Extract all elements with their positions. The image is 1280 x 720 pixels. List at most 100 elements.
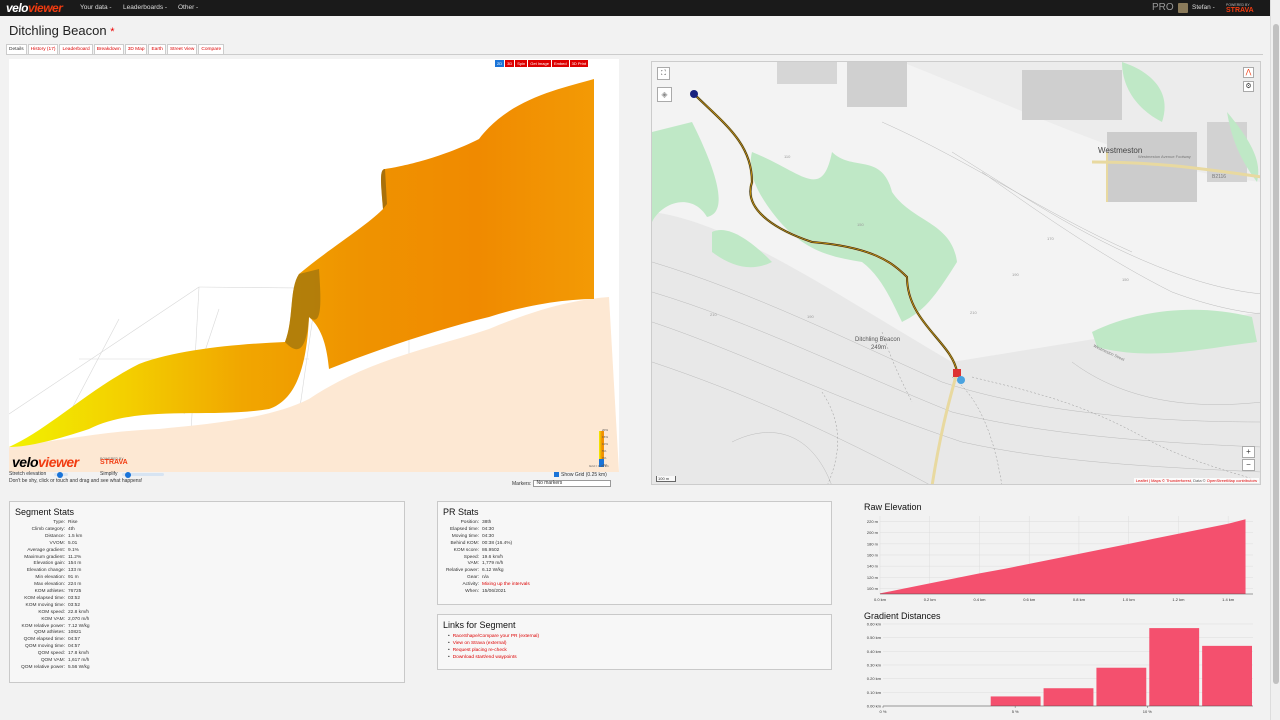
segment-stat-label: QOM elapsed time: [23,637,65,643]
nav-leaderboards[interactable]: Leaderboards - [123,4,167,11]
pro-badge: PRO [1152,2,1174,13]
pr-stat-value: 19.6 km/h [482,554,504,560]
segment-stat-label: QOM moving time: [25,644,65,650]
segment-stat-value: 03:52 [68,602,81,608]
raceshape-link[interactable]: RaceShape/Compare your PR (external) [453,634,539,639]
map-label-ditchling-beacon: Ditchling Beacon [855,337,901,343]
show-grid-checkbox[interactable] [554,472,559,478]
pr-stat-value[interactable]: Mixing up the intervals [482,582,530,587]
pr-stat-value: 04:30 [482,526,495,532]
segment-stat-row: KOM relative power: 7.12 W/kg [14,624,90,629]
segment-stat-value: 5.56 W/kg [68,664,90,670]
view-on-strava-link[interactable]: View on Strava (external) [453,641,507,646]
avatar[interactable] [1178,3,1188,13]
stretch-slider-knob[interactable] [57,471,63,478]
strava-icon[interactable]: ⋀ [1243,67,1254,78]
x-tick-label: 1.2 km [1172,597,1185,602]
segment-stat-value: 7.12 W/kg [68,623,90,629]
pr-stat-row: VAM: 1,779 m/h [442,561,504,566]
map-label-westmeston-avenue-footway: Westmeston Avenue Footway [1138,154,1191,159]
location-marker[interactable] [957,376,965,384]
y-tick-label: 220 m [867,519,879,524]
veloviewer-logo[interactable]: veloviewer [6,1,63,15]
tab-3d-map[interactable]: 3D Map [124,44,148,54]
download-waypoints-link[interactable]: Download start/end waypoints [453,655,517,660]
favourite-star[interactable]: * [110,26,114,38]
contour-label: 150 [1122,277,1129,282]
page-scrollbar[interactable] [1270,0,1280,720]
veloviewer-watermark-logo: veloviewer [12,454,79,470]
3d-print-button[interactable]: 3D Print [569,60,589,67]
segment-stat-label: Elevation gain: [33,561,65,567]
pr-stat-row: Behind KOM: 00:38 (16.4%) [442,541,512,546]
osm-link[interactable]: OpenStreetMap contributors [1207,478,1257,483]
fullscreen-icon[interactable]: ⛶ [657,67,670,80]
gradient-distances-chart[interactable]: 0.00 km 0.10 km 0.20 km 0.30 km 0.40 km 0.50 … [855,620,1255,720]
3d-elevation-viewer[interactable] [9,59,619,472]
segment-stat-value: 154 m [68,561,82,567]
elevation-area [880,519,1246,594]
pr-stat-value: 38th [482,520,492,525]
nav-your-data[interactable]: Your data - [80,4,112,11]
y-tick-label: 120 m [867,575,879,580]
view-2d-button[interactable]: 2D [495,60,505,67]
contour-label: 190 [807,314,814,319]
gradient-bar [1043,688,1094,706]
pr-stat-row: Position: 38th [442,520,492,525]
tab-leaderboard[interactable]: Leaderboard [59,44,93,54]
segment-stat-row: Maximum gradient: 11.2% [14,555,81,560]
x-tick-label: 0.8 km [1073,597,1086,602]
tab-compare[interactable]: Compare [198,44,225,54]
tab-earth[interactable]: Earth [148,44,166,54]
show-grid-toggle[interactable]: Show Grid (0.25 km) [554,472,607,478]
tab-street-view[interactable]: Street View [166,44,198,54]
segment-stat-value: 133 m [68,568,82,574]
request-recheck-link[interactable]: Request placing re-check [453,648,507,653]
raw-elevation-chart[interactable]: 100 m 120 m 140 m 160 m 180 m 200 m 220 m 0.0 k… [855,512,1255,618]
simplify-slider[interactable] [122,471,164,478]
segment-stat-value: 03:52 [68,595,81,601]
x-tick-label: 0.2 km [924,597,937,602]
segment-stats-title: Segment Stats [15,507,75,517]
zoom-in-button[interactable]: + [1242,446,1255,458]
pr-stat-row: Speed: 19.6 km/h [442,555,503,560]
settings-gear-icon[interactable]: ⚙ [1243,81,1254,92]
map-label-road-b2116: B2116 [1212,174,1227,180]
y-tick-label: 180 m [867,541,879,546]
y-tick-label: 100 m [867,586,879,591]
start-marker[interactable] [690,90,698,98]
segment-stat-label: KOM relative power: [21,623,65,629]
simplify-slider-knob[interactable] [125,471,131,478]
finish-marker[interactable] [953,369,961,377]
tab-breakdown[interactable]: Breakdown [93,44,124,54]
leaflet-link[interactable]: Leaflet | Maps © [1136,478,1165,483]
segment-stat-label: KOM VAM: [41,616,65,622]
thunderforest-link[interactable]: Thunderforest [1166,478,1191,483]
view-3d-button[interactable]: 3D [505,60,515,67]
segment-stat-row: Type: Rise [14,520,77,525]
stretch-elevation-slider[interactable] [54,471,68,478]
user-menu[interactable]: Stefan - [1192,4,1215,11]
pr-stat-label: Speed: [463,554,479,560]
nav-other[interactable]: Other - [178,4,198,11]
get-image-button[interactable]: Get Image [528,60,551,67]
tab-details[interactable]: Details [6,44,27,54]
y-tick-label: 200 m [867,530,879,535]
scrollbar-thumb[interactable] [1273,24,1279,684]
tab-history[interactable]: History (17) [27,44,59,54]
segment-stat-row: Elevation gain: 154 m [14,561,82,567]
spin-button[interactable]: Spin [515,60,528,67]
segment-stat-label: Average gradient: [27,547,65,553]
segment-stat-value: 9.1% [68,547,79,553]
embed-button[interactable]: Embed [551,60,569,67]
segment-stat-row: KOM speed: 22.8 km/h [14,610,89,615]
segment-stat-row: KOM athletes: 76725 [14,589,82,594]
markers-select[interactable]: No markers [533,480,612,487]
layers-icon[interactable]: ◈ [657,87,672,102]
segment-stat-row: QOM relative power: 5.56 W/kg [14,665,90,670]
segment-map[interactable]: Westmeston Ditchling Beacon 249m B2116 W… [651,61,1261,485]
segment-stat-value: 10821 [68,630,82,636]
tab-bar: Details History (17) Leaderboard Breakdo… [6,44,225,54]
simplify-label: Simplify [100,471,118,477]
zoom-out-button[interactable]: − [1242,459,1255,471]
